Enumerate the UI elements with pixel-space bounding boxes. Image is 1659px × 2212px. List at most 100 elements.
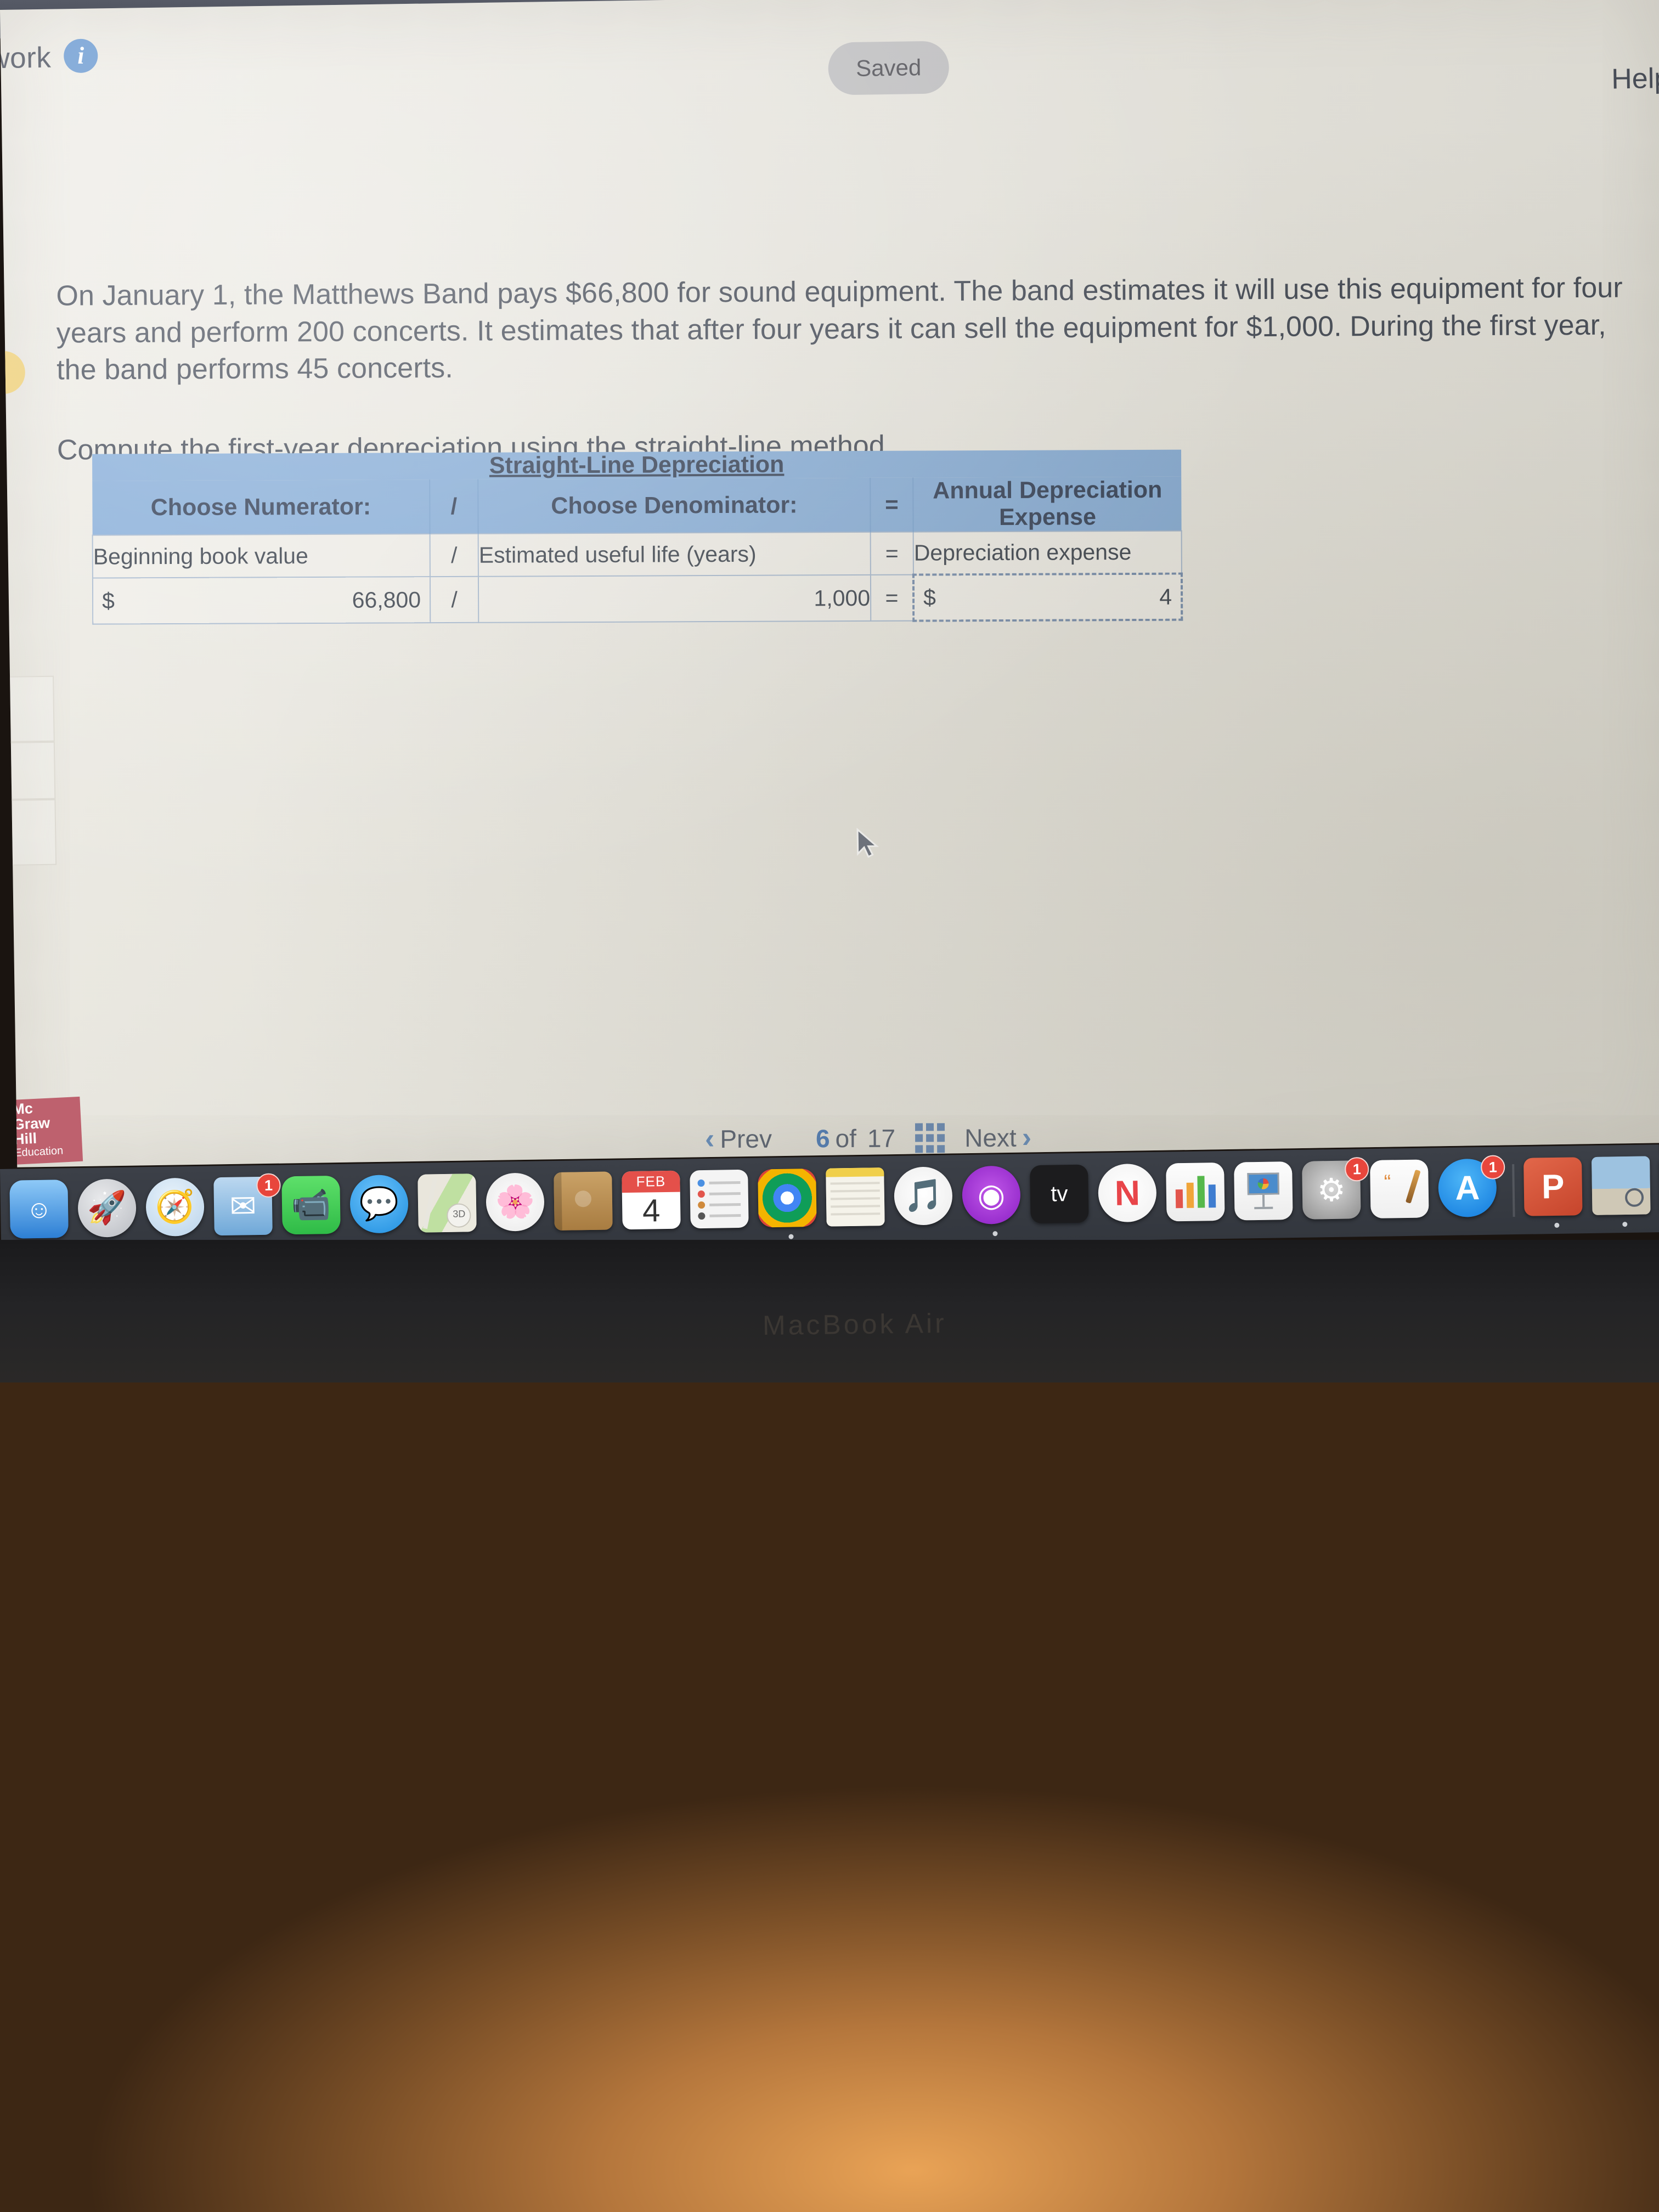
preview-icon[interactable] (1591, 1156, 1651, 1215)
cell-beginning-book-value[interactable]: Beginning book value (92, 534, 430, 578)
dock-item-safari[interactable]: 🧭 (145, 1177, 211, 1249)
calendar-icon[interactable]: FEB 4 (622, 1170, 681, 1230)
dock-badge: 1 (1344, 1156, 1369, 1182)
maps-icon[interactable]: 3D (417, 1173, 477, 1233)
contacts-icon[interactable] (554, 1171, 613, 1231)
dock-item-keynote[interactable] (1234, 1161, 1300, 1227)
dock-item-photos[interactable]: 🌸 (486, 1172, 551, 1238)
dock-badge: 1 (1480, 1155, 1505, 1180)
header-choose-numerator: Choose Numerator: (92, 479, 430, 535)
dock-item-notes[interactable] (826, 1167, 891, 1233)
powerpoint-icon[interactable]: P (1523, 1157, 1583, 1216)
table-label-row: Beginning book value / Estimated useful … (92, 531, 1182, 578)
next-button[interactable]: Next (964, 1123, 1017, 1153)
dock-item-podcasts[interactable]: ◉ (962, 1165, 1028, 1237)
cell-annual-depreciation-result[interactable]: $ 4 (913, 573, 1182, 621)
appletv-icon[interactable]: tv (1030, 1164, 1089, 1224)
chevron-right-icon[interactable]: › (1022, 1121, 1032, 1154)
straight-line-depreciation-table: Straight-Line Depreciation Choose Numera… (92, 449, 1183, 625)
cell-divide-operator-1: / (430, 533, 478, 577)
table-title-text: Straight-Line Depreciation (489, 451, 785, 479)
dock-item-messages[interactable]: 💬 (349, 1174, 415, 1240)
news-icon[interactable]: N (1098, 1163, 1157, 1223)
podcasts-icon[interactable]: ◉ (962, 1165, 1021, 1224)
cell-depreciation-expense-label: Depreciation expense (913, 531, 1182, 575)
dock-item-tv[interactable]: tv (1030, 1164, 1096, 1230)
music-icon[interactable]: 🎵 (894, 1166, 953, 1226)
cell-denominator-amount[interactable]: 1,000 (478, 574, 871, 623)
dock-item-mail[interactable]: ✉ 1 (213, 1173, 281, 1242)
result-amount-value: 4 (1159, 584, 1172, 610)
dock-item-news[interactable]: N (1098, 1163, 1164, 1229)
calendar-day: 4 (642, 1193, 661, 1229)
dock-item-numbers[interactable] (1166, 1162, 1232, 1228)
macbook-model-text: MacBook Air (762, 1307, 947, 1341)
keynote-icon[interactable] (1234, 1161, 1293, 1221)
dock-item-calendar[interactable]: FEB 4 (622, 1170, 687, 1236)
numbers-icon[interactable] (1166, 1162, 1225, 1222)
pages-icon[interactable]: “ (1370, 1159, 1429, 1218)
launchpad-icon[interactable]: 🚀 (77, 1178, 137, 1238)
mcgraw-hill-logo: Mc Graw Hill Education (8, 1096, 83, 1165)
dock-separator (1512, 1164, 1515, 1217)
current-page-number: 6 (815, 1124, 830, 1153)
finder-icon[interactable]: ☺ (9, 1180, 69, 1239)
dock-item-launchpad[interactable]: 🚀 (77, 1178, 143, 1244)
dock-item-google-chrome[interactable] (758, 1168, 823, 1239)
header-divide-operator: / (430, 479, 478, 534)
numerator-dollar-sign: $ (102, 588, 115, 614)
chrome-icon[interactable] (758, 1168, 817, 1228)
dock-badge: 1 (256, 1173, 281, 1198)
laptop-screen: work i Saved Help On January 1, the Matt… (0, 0, 1659, 1167)
dock-item-music[interactable]: 🎵 (894, 1166, 960, 1232)
header-annual-depreciation-expense: Annual Depreciation Expense (913, 476, 1182, 532)
cell-equals-operator-2: = (870, 574, 914, 621)
header-choose-denominator: Choose Denominator: (478, 477, 871, 534)
pager-of-label: of (835, 1124, 857, 1153)
dock-running-indicator (788, 1234, 794, 1239)
left-edge-panel-1 (0, 675, 55, 743)
dock-item-system-preferences[interactable]: ⚙ 1 (1302, 1156, 1369, 1226)
safari-icon[interactable]: 🧭 (145, 1177, 205, 1237)
prev-button[interactable]: Prev (720, 1124, 772, 1154)
dock-item-preview[interactable] (1591, 1156, 1657, 1227)
facetime-icon[interactable]: 📹 (281, 1175, 341, 1235)
photos-icon[interactable]: 🌸 (486, 1172, 545, 1232)
chevron-left-icon[interactable]: ‹ (705, 1122, 715, 1155)
dock-item-reminders[interactable] (690, 1169, 755, 1235)
numerator-amount-value: 66,800 (352, 586, 421, 613)
dock-item-contacts[interactable] (554, 1171, 619, 1237)
messages-icon[interactable]: 💬 (349, 1174, 409, 1234)
left-edge-panel-3 (0, 799, 57, 867)
table-title-row: Straight-Line Depreciation (92, 449, 1182, 481)
dock-item-finder[interactable]: ☺ (9, 1180, 75, 1245)
cell-equals-operator-1: = (870, 532, 913, 575)
dock-running-indicator (1554, 1222, 1560, 1228)
dock-item-app-store[interactable]: A1 (1438, 1155, 1505, 1224)
info-icon[interactable]: i (63, 38, 98, 74)
left-edge-yellow-indicator (0, 351, 26, 394)
total-page-count: 17 (867, 1124, 896, 1153)
help-link[interactable]: Help (1611, 62, 1659, 96)
dock-running-indicator (992, 1231, 998, 1237)
dock-item-powerpoint[interactable]: P (1523, 1157, 1589, 1228)
laptop-photo: ...connect.mheducation.com%252F#/ work i… (0, 0, 1659, 2212)
header-equals-operator: = (870, 477, 913, 532)
logo-line-4: Education (14, 1144, 64, 1159)
dock-item-maps[interactable]: 3D (417, 1173, 483, 1239)
cell-estimated-useful-life[interactable]: Estimated useful life (years) (478, 532, 871, 577)
laptop-keyboard-deck: ☀F1☀F2▤F3∷F4∴F5∵F6⏪F7⏯F8⏩F9🔇F10🔈F11 !1@2… (0, 1383, 1659, 2212)
dock-item-facetime[interactable]: 📹 (281, 1175, 347, 1242)
reminders-icon[interactable] (690, 1169, 749, 1229)
save-status-text: Saved (855, 54, 922, 81)
left-edge-panel-2 (0, 741, 56, 801)
dock-item-pages[interactable]: “ (1370, 1159, 1436, 1225)
calendar-month: FEB (622, 1170, 680, 1193)
cell-numerator-amount[interactable]: $ 66,800 (92, 577, 431, 624)
assignment-title: work (0, 41, 52, 75)
dock-running-indicator (1622, 1222, 1628, 1227)
grid-view-icon[interactable] (915, 1123, 945, 1153)
table-title: Straight-Line Depreciation (92, 449, 1182, 481)
notes-icon[interactable] (826, 1167, 885, 1227)
mouse-cursor (856, 827, 879, 858)
